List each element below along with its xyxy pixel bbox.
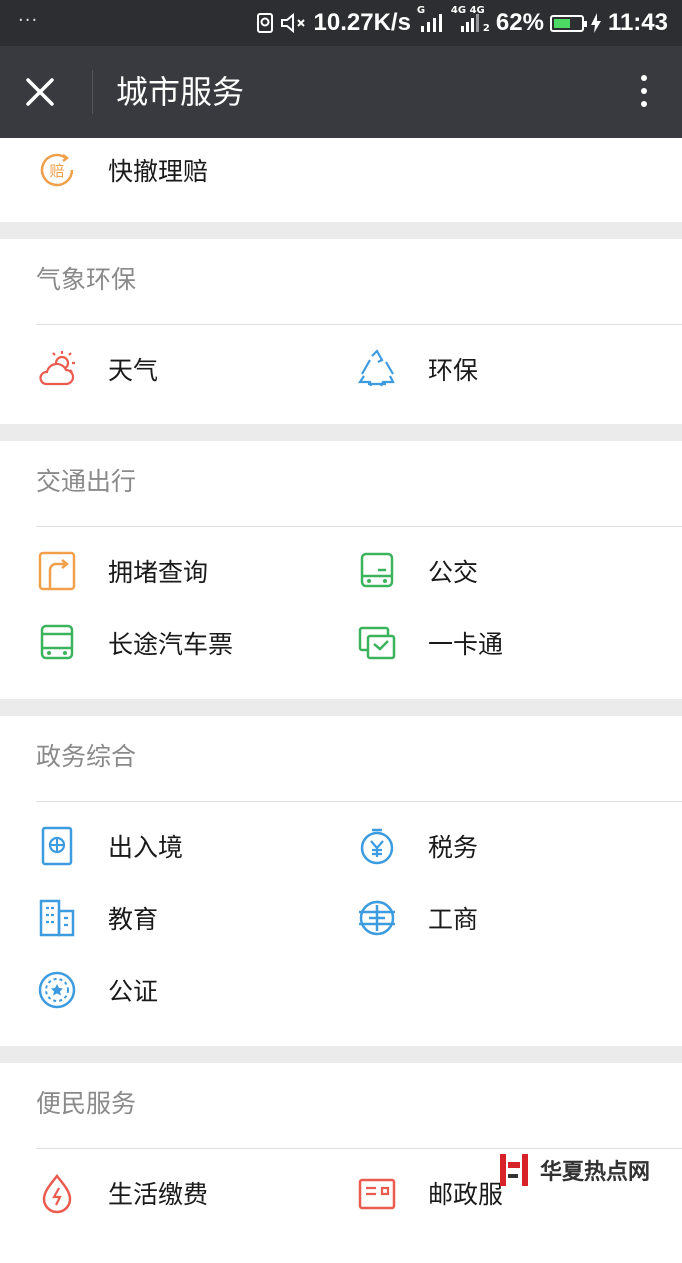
- weather-icon: [36, 348, 78, 390]
- utility-bill-icon: [36, 1172, 78, 1214]
- notification-dots: ···: [18, 10, 39, 31]
- section-title: 气象环保: [36, 239, 682, 325]
- passport-icon: [36, 825, 78, 867]
- service-item-transit-card[interactable]: 一卡通: [346, 607, 656, 679]
- service-item-label: 生活缴费: [108, 1180, 209, 1209]
- school-building-icon: [36, 897, 78, 939]
- sim2-label: 4G 4G: [450, 5, 485, 16]
- service-item-immigration[interactable]: 出入境: [0, 810, 346, 882]
- service-item-label: 长途汽车票: [108, 630, 234, 659]
- insurance-card: 赔 快撤理赔: [0, 138, 682, 222]
- service-item-label: 天气: [108, 356, 159, 385]
- title-divider: [92, 70, 93, 114]
- tax-icon: [356, 825, 398, 867]
- mute-icon: [280, 12, 305, 34]
- section-traffic: 交通出行 拥堵查询 公交 长途汽车票 一卡通: [0, 441, 682, 699]
- clock: 11:43: [607, 9, 668, 36]
- service-item-claims[interactable]: 赔 快撤理赔: [0, 138, 346, 202]
- notary-seal-icon: [36, 969, 78, 1011]
- section-title: 政务综合: [36, 716, 682, 802]
- close-icon: [26, 78, 54, 106]
- road-sign-icon: [36, 550, 78, 592]
- service-item-bus[interactable]: 公交: [346, 535, 656, 607]
- service-item-business[interactable]: 工商: [346, 882, 656, 954]
- service-item-label: 快撤理赔: [108, 157, 209, 186]
- service-item-label: 公证: [108, 977, 159, 1006]
- service-item-education[interactable]: 教育: [0, 882, 346, 954]
- service-item-label: 教育: [108, 905, 159, 934]
- section-gap: [0, 424, 682, 441]
- network-speed: 10.27K/s: [313, 9, 411, 36]
- close-button[interactable]: [20, 72, 72, 112]
- business-icon: [356, 897, 398, 939]
- service-item-label: 拥堵查询: [108, 558, 209, 587]
- battery-percent: 62%: [495, 9, 544, 36]
- service-item-coach-ticket[interactable]: 长途汽车票: [0, 607, 346, 679]
- service-item-label: 公交: [428, 558, 479, 587]
- battery-icon: [549, 14, 587, 32]
- service-item-weather[interactable]: 天气: [0, 333, 346, 405]
- location-icon: [256, 13, 273, 33]
- charging-icon: [590, 13, 601, 33]
- service-item-label: 邮政服: [428, 1180, 504, 1209]
- service-item-environment[interactable]: 环保: [346, 333, 656, 405]
- service-item-congestion[interactable]: 拥堵查询: [0, 535, 346, 607]
- title-bar: 城市服务: [0, 46, 682, 138]
- section-gap: [0, 222, 682, 239]
- watermark-logo-icon: [500, 1154, 528, 1186]
- sim1-label: G: [416, 5, 426, 16]
- bus-icon: [356, 550, 398, 592]
- coach-icon: [36, 622, 78, 664]
- claims-icon-glyph: 赔: [49, 162, 64, 180]
- service-item-label: 环保: [428, 356, 479, 385]
- transit-card-icon: [356, 622, 398, 664]
- more-options-button[interactable]: [634, 72, 654, 112]
- section-gap: [0, 699, 682, 716]
- more-icon: [641, 75, 647, 81]
- service-item-tax[interactable]: 税务: [346, 810, 656, 882]
- section-government: 政务综合 出入境 税务 教育 工商 公证: [0, 716, 682, 1046]
- section-title: 便民服务: [36, 1063, 682, 1149]
- claims-icon: 赔: [36, 149, 78, 191]
- section-title: 交通出行: [36, 441, 682, 527]
- status-bar: ··· 10.27K/s G 4G 4G 2 62% 11:43: [0, 0, 682, 46]
- service-item-notary[interactable]: 公证: [0, 954, 346, 1026]
- watermark: 华夏热点网: [496, 1150, 650, 1190]
- service-list: 赔 快撤理赔 气象环保 天气 环保 交通出行 拥堵查询 公交 长途汽车票 一卡通…: [0, 138, 682, 1263]
- watermark-text: 华夏热点网: [540, 1159, 651, 1185]
- service-item-label: 税务: [428, 833, 479, 862]
- section-weather: 气象环保 天气 环保: [0, 239, 682, 424]
- service-item-utility-bills[interactable]: 生活缴费: [0, 1157, 346, 1229]
- page-title: 城市服务: [116, 73, 245, 111]
- recycle-icon: [356, 348, 398, 390]
- postal-icon: [356, 1172, 398, 1214]
- service-item-label: 出入境: [108, 833, 184, 862]
- section-gap: [0, 1046, 682, 1063]
- sim2-index: 2: [482, 23, 490, 34]
- service-item-label: 工商: [428, 905, 479, 934]
- service-item-label: 一卡通: [428, 630, 504, 659]
